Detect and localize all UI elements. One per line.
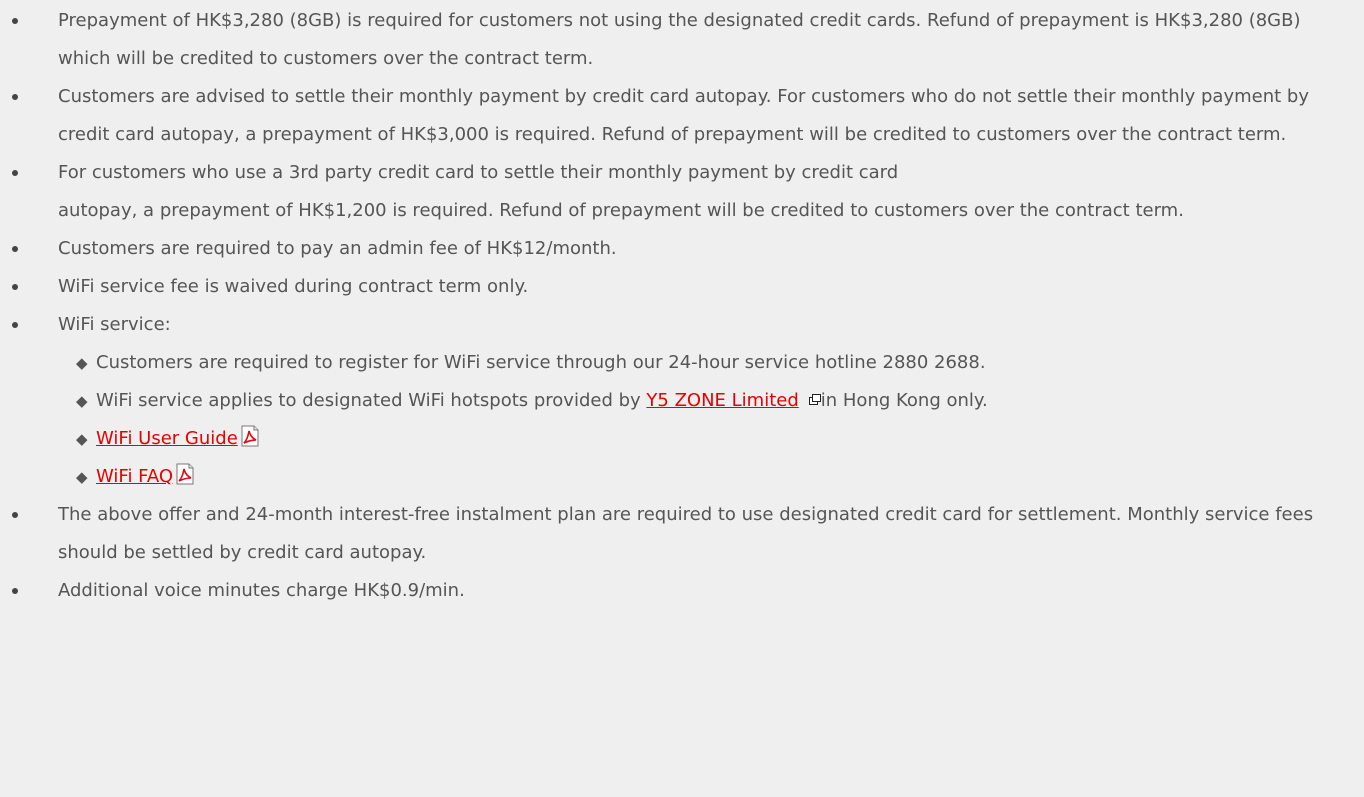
diamond-bullet-icon: ◆: [76, 354, 88, 372]
wifi-faq-link[interactable]: WiFi FAQ: [96, 466, 173, 487]
diamond-bullet-icon: ◆: [76, 430, 88, 448]
new-window-icon[interactable]: [808, 394, 821, 405]
wifi-hotline-text: Customers are required to register for W…: [96, 352, 986, 373]
term-item-autopay: Customers are advised to settle their mo…: [12, 78, 1334, 154]
term-text: Prepayment of HK$3,280 (8GB) is required…: [58, 10, 1301, 69]
diamond-bullet-icon: ◆: [76, 468, 88, 486]
pdf-icon[interactable]: [174, 463, 196, 485]
diamond-bullet-icon: ◆: [76, 392, 88, 410]
term-item-third-party-card: For customers who use a 3rd party credit…: [12, 154, 1334, 230]
term-item-prepayment-8gb: Prepayment of HK$3,280 (8GB) is required…: [12, 2, 1334, 78]
wifi-sub-list: ◆ Customers are required to register for …: [58, 344, 1334, 496]
term-item-wifi-fee: WiFi service fee is waived during contra…: [12, 268, 1334, 306]
wifi-user-guide-link[interactable]: WiFi User Guide: [96, 428, 238, 449]
y5-zone-link[interactable]: Y5 ZONE Limited: [646, 390, 798, 411]
wifi-hotspots-text: WiFi service applies to designated WiFi …: [96, 390, 647, 411]
terms-list: Prepayment of HK$3,280 (8GB) is required…: [0, 2, 1334, 610]
term-item-voice-minutes: Additional voice minutes charge HK$0.9/m…: [12, 572, 1334, 610]
term-text: Customers are required to pay an admin f…: [58, 238, 617, 259]
term-text: The above offer and 24-month interest-fr…: [58, 504, 1314, 563]
wifi-hotspots-suffix: in Hong Kong only.: [820, 390, 988, 411]
term-item-designated-card: The above offer and 24-month interest-fr…: [12, 496, 1334, 572]
term-item-admin-fee: Customers are required to pay an admin f…: [12, 230, 1334, 268]
terms-page: Prepayment of HK$3,280 (8GB) is required…: [0, 0, 1364, 797]
term-text: Additional voice minutes charge HK$0.9/m…: [58, 580, 465, 601]
wifi-sub-item-hotline: ◆ Customers are required to register for …: [76, 344, 1334, 382]
wifi-sub-item-faq: ◆ WiFi FAQ: [76, 458, 1334, 496]
pdf-icon[interactable]: [239, 425, 261, 447]
wifi-sub-item-hotspots: ◆ WiFi service applies to designated WiFi…: [76, 382, 1334, 420]
term-text: Customers are advised to settle their mo…: [58, 86, 1309, 145]
wifi-sub-item-user-guide: ◆ WiFi User Guide: [76, 420, 1334, 458]
term-text: WiFi service fee is waived during contra…: [58, 276, 529, 297]
term-text-line1: For customers who use a 3rd party credit…: [58, 162, 899, 183]
term-text-line2: autopay, a prepayment of HK$1,200 is req…: [58, 200, 1184, 221]
term-text: WiFi service:: [58, 314, 171, 335]
term-item-wifi-service: WiFi service: ◆ Customers are required to…: [12, 306, 1334, 496]
